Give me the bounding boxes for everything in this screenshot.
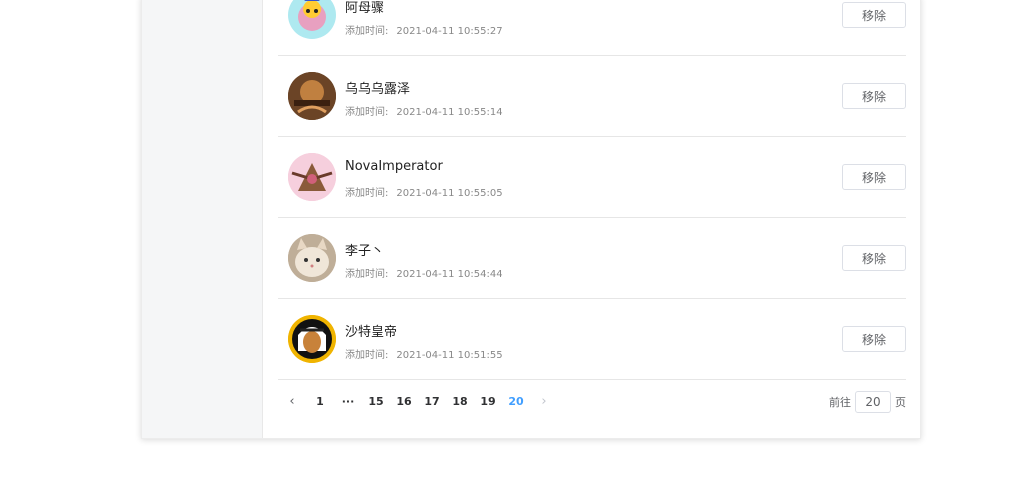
added-time: 添加时间: 2021-04-11 10:54:44 bbox=[345, 269, 503, 280]
user-name[interactable]: 阿母骤 bbox=[345, 0, 384, 16]
page-jumper: 前往 页 bbox=[829, 387, 906, 417]
goto-page-input[interactable] bbox=[855, 391, 891, 413]
avatar[interactable] bbox=[288, 0, 336, 39]
list-item: 沙特皇帝 添加时间: 2021-04-11 10:51:55 移除 bbox=[278, 299, 906, 380]
added-time: 添加时间: 2021-04-11 10:55:27 bbox=[345, 26, 503, 37]
page-18[interactable]: 18 bbox=[446, 387, 474, 417]
page-19[interactable]: 19 bbox=[474, 387, 502, 417]
page-unit-label: 页 bbox=[895, 396, 906, 409]
added-time: 添加时间: 2021-04-11 10:55:14 bbox=[345, 107, 503, 118]
page-1[interactable]: 1 bbox=[306, 387, 334, 417]
remove-button[interactable]: 移除 bbox=[842, 245, 906, 271]
added-time: 添加时间: 2021-04-11 10:51:55 bbox=[345, 350, 503, 361]
next-page-icon[interactable]: › bbox=[530, 387, 558, 417]
page-17[interactable]: 17 bbox=[418, 387, 446, 417]
user-list: 阿母骤 添加时间: 2021-04-11 10:55:27 移除 乌乌乌露泽 添加… bbox=[278, 0, 906, 380]
list-item: 李子丶 添加时间: 2021-04-11 10:54:44 移除 bbox=[278, 218, 906, 299]
avatar[interactable] bbox=[288, 72, 336, 120]
remove-button[interactable]: 移除 bbox=[842, 164, 906, 190]
list-item: NovaImperator 添加时间: 2021-04-11 10:55:05 移… bbox=[278, 137, 906, 218]
prev-page-icon[interactable]: ‹ bbox=[278, 387, 306, 417]
page-ellipsis[interactable]: ··· bbox=[334, 387, 362, 417]
pagination: ‹ 1 ··· 15 16 17 18 19 20 › 前往 页 bbox=[278, 387, 906, 417]
page-list: ‹ 1 ··· 15 16 17 18 19 20 › bbox=[278, 387, 558, 417]
goto-label: 前往 bbox=[829, 396, 851, 409]
follow-list-panel: 阿母骤 添加时间: 2021-04-11 10:55:27 移除 乌乌乌露泽 添加… bbox=[141, 0, 921, 439]
added-time: 添加时间: 2021-04-11 10:55:05 bbox=[345, 188, 503, 199]
remove-button[interactable]: 移除 bbox=[842, 83, 906, 109]
remove-button[interactable]: 移除 bbox=[842, 326, 906, 352]
avatar[interactable] bbox=[288, 315, 336, 363]
user-name[interactable]: 沙特皇帝 bbox=[345, 321, 397, 340]
page-16[interactable]: 16 bbox=[390, 387, 418, 417]
list-item: 阿母骤 添加时间: 2021-04-11 10:55:27 移除 bbox=[278, 0, 906, 56]
list-item: 乌乌乌露泽 添加时间: 2021-04-11 10:55:14 移除 bbox=[278, 56, 906, 137]
user-name[interactable]: 乌乌乌露泽 bbox=[345, 78, 410, 97]
page-15[interactable]: 15 bbox=[362, 387, 390, 417]
user-name[interactable]: NovaImperator bbox=[345, 159, 443, 174]
avatar[interactable] bbox=[288, 153, 336, 201]
remove-button[interactable]: 移除 bbox=[842, 2, 906, 28]
sidebar bbox=[142, 0, 263, 438]
user-name[interactable]: 李子丶 bbox=[345, 240, 384, 259]
avatar[interactable] bbox=[288, 234, 336, 282]
page-20-current[interactable]: 20 bbox=[502, 387, 530, 417]
